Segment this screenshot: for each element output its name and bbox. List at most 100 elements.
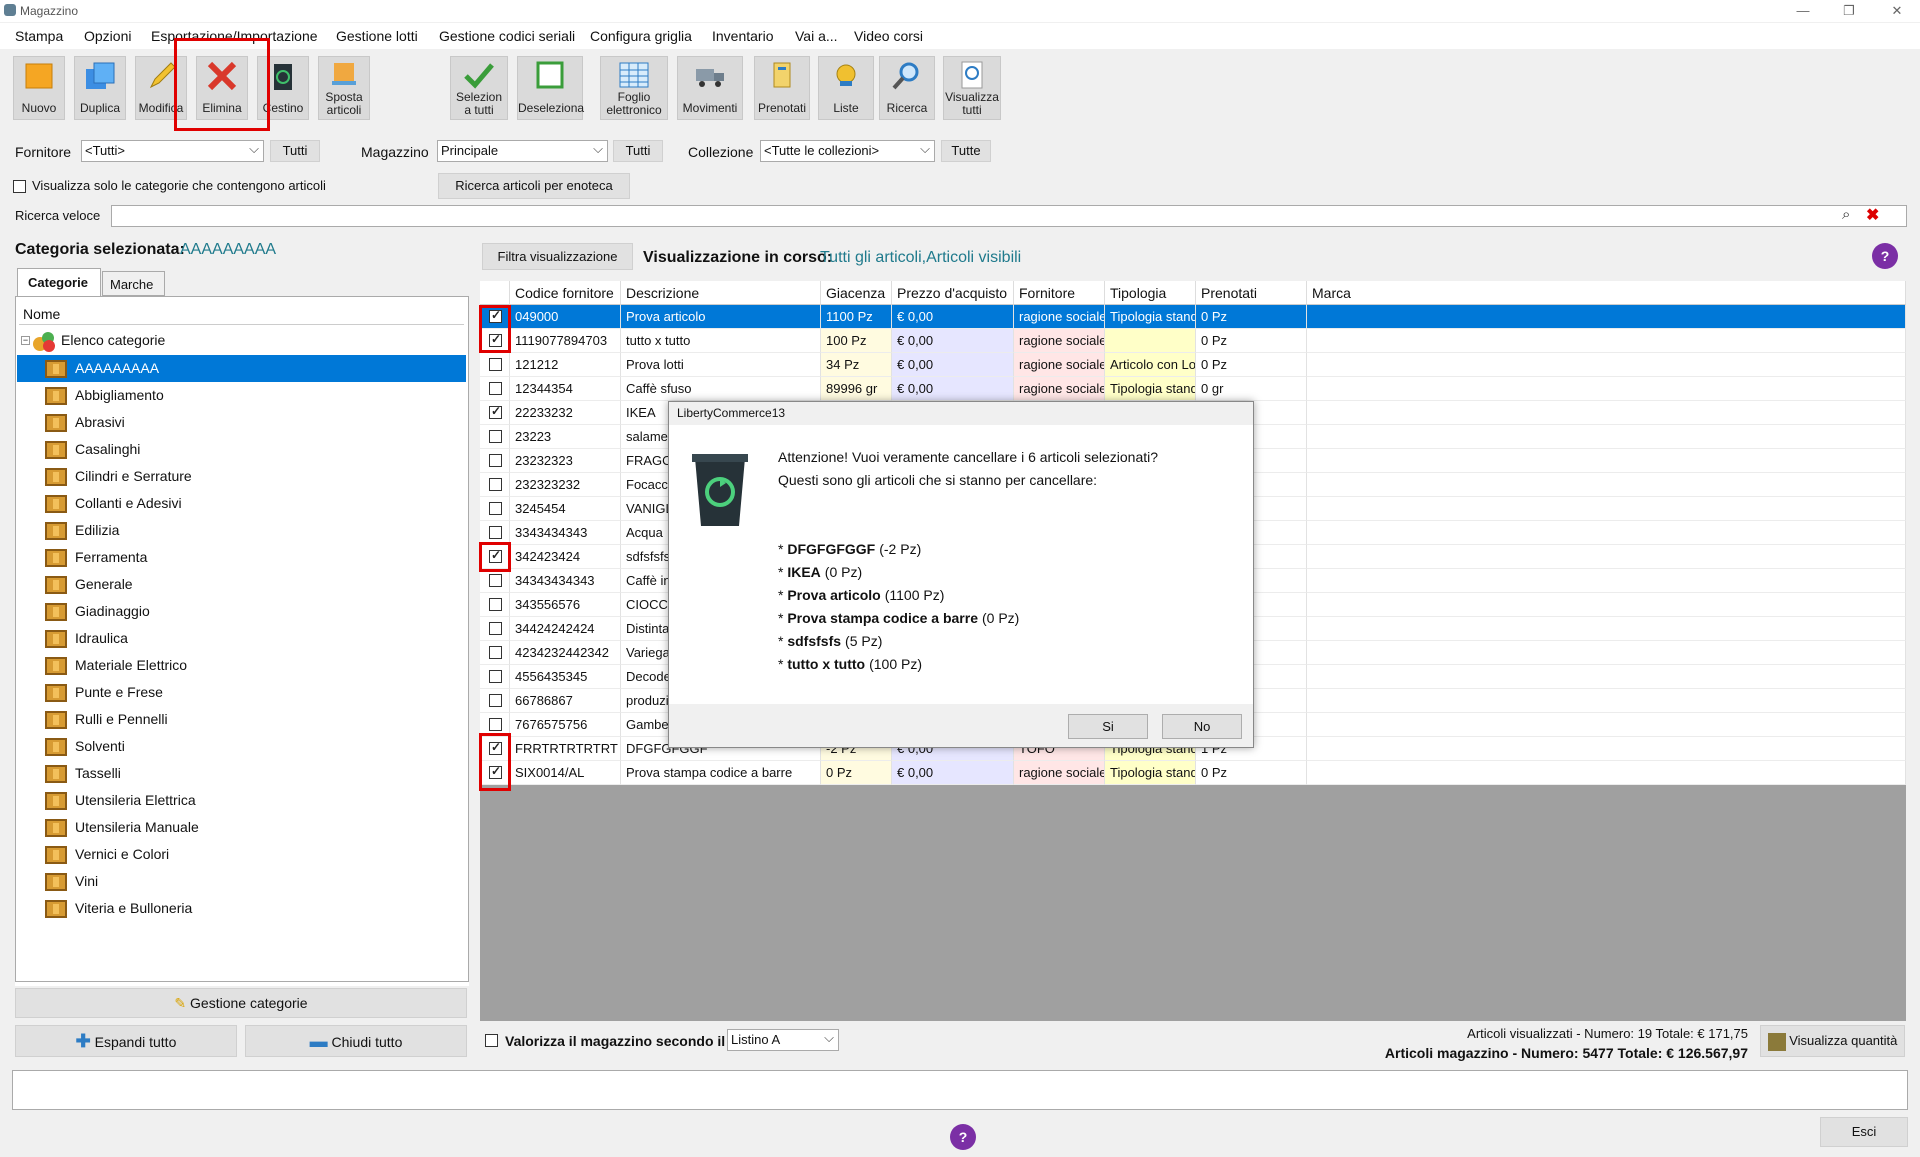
- grid-header[interactable]: Marca: [1307, 281, 1906, 305]
- tree-item[interactable]: Collanti e Adesivi: [17, 490, 466, 517]
- tree-item[interactable]: Vini: [17, 868, 466, 895]
- close-icon[interactable]: ✕: [1884, 2, 1910, 20]
- menu-inventario[interactable]: Inventario: [712, 28, 773, 44]
- row-checkbox[interactable]: [489, 382, 502, 395]
- tree-item[interactable]: AAAAAAAAA: [17, 355, 466, 382]
- menu-configura-griglia[interactable]: Configura griglia: [590, 28, 692, 44]
- tree-item[interactable]: Utensileria Manuale: [17, 814, 466, 841]
- tree-item[interactable]: Tasselli: [17, 760, 466, 787]
- tree-item[interactable]: Generale: [17, 571, 466, 598]
- cestino-button[interactable]: Cestino: [257, 56, 309, 120]
- row-checkbox[interactable]: [489, 308, 502, 323]
- row-checkbox[interactable]: [489, 548, 502, 563]
- filtra-visualizzazione-button[interactable]: Filtra visualizzazione: [482, 243, 633, 270]
- esci-button[interactable]: Esci: [1820, 1117, 1908, 1147]
- tab-marche[interactable]: Marche: [102, 271, 165, 296]
- magazzino-tutti-button[interactable]: Tutti: [613, 140, 663, 162]
- menu-esportazione[interactable]: Esportazione/Importazione: [151, 28, 318, 44]
- menu-gestione-lotti[interactable]: Gestione lotti: [336, 28, 418, 44]
- grid-header[interactable]: Fornitore: [1014, 281, 1105, 305]
- visualizza-quantita-button[interactable]: Visualizza quantità: [1760, 1025, 1905, 1057]
- row-checkbox[interactable]: [489, 740, 502, 755]
- row-checkbox[interactable]: [489, 358, 502, 371]
- menu-opzioni[interactable]: Opzioni: [84, 28, 131, 44]
- ricerca-veloce-input[interactable]: [111, 205, 1907, 227]
- help-icon-bottom[interactable]: ?: [950, 1124, 976, 1150]
- ricerca-enoteca-button[interactable]: Ricerca articoli per enoteca: [438, 173, 630, 199]
- row-checkbox[interactable]: [489, 526, 502, 539]
- clear-search-icon[interactable]: ✖: [1866, 205, 1879, 225]
- table-row[interactable]: 049000Prova articolo1100 Pz€ 0,00ragione…: [480, 305, 1906, 329]
- menu-video-corsi[interactable]: Video corsi: [854, 28, 923, 44]
- magazzino-select[interactable]: Principale: [437, 140, 608, 162]
- search-icon[interactable]: ⌕: [1842, 206, 1850, 223]
- row-checkbox[interactable]: [489, 502, 502, 515]
- minimize-icon[interactable]: —: [1790, 2, 1816, 20]
- prenotati-button[interactable]: Prenotati: [754, 56, 810, 120]
- tree-item[interactable]: Abbigliamento: [17, 382, 466, 409]
- valorizza-checkbox[interactable]: [485, 1034, 498, 1047]
- tree-item[interactable]: Punte e Frese: [17, 679, 466, 706]
- si-button[interactable]: Si: [1068, 714, 1148, 739]
- row-checkbox[interactable]: [489, 622, 502, 635]
- row-checkbox[interactable]: [489, 404, 502, 419]
- tree-item[interactable]: Solventi: [17, 733, 466, 760]
- row-checkbox[interactable]: [489, 430, 502, 443]
- row-checkbox[interactable]: [489, 478, 502, 491]
- elimina-button[interactable]: Elimina: [196, 56, 248, 120]
- tree-item[interactable]: Utensileria Elettrica: [17, 787, 466, 814]
- espandi-tutto-button[interactable]: ✚ Espandi tutto: [15, 1025, 237, 1057]
- grid-header[interactable]: Giacenza: [821, 281, 892, 305]
- row-checkbox[interactable]: [489, 574, 502, 587]
- grid-header[interactable]: Prenotati: [1196, 281, 1307, 305]
- row-checkbox[interactable]: [489, 646, 502, 659]
- no-button[interactable]: No: [1162, 714, 1242, 739]
- row-checkbox[interactable]: [489, 694, 502, 707]
- deseleziona-button[interactable]: Deseleziona: [517, 56, 584, 120]
- nuovo-button[interactable]: Nuovo: [13, 56, 65, 120]
- restore-icon[interactable]: ❐: [1836, 2, 1862, 20]
- table-row[interactable]: 121212 Prova lotti 34 Pz € 0,00 ragione soci…: [480, 353, 1906, 377]
- tree-item[interactable]: Rulli e Pennelli: [17, 706, 466, 733]
- tree-item[interactable]: Idraulica: [17, 625, 466, 652]
- table-row[interactable]: 12344354 Caffè sfuso 89996 gr € 0,00 ragione…: [480, 377, 1906, 401]
- chiudi-tutto-button[interactable]: ▬ Chiudi tutto: [245, 1025, 467, 1057]
- fornitore-select[interactable]: <Tutti>: [81, 140, 264, 162]
- menu-codici-seriali[interactable]: Gestione codici seriali: [439, 28, 575, 44]
- duplica-button[interactable]: Duplica: [74, 56, 126, 120]
- grid-header[interactable]: Prezzo d'acquisto: [892, 281, 1014, 305]
- tree-item[interactable]: Abrasivi: [17, 409, 466, 436]
- listino-select[interactable]: Listino A: [727, 1029, 839, 1051]
- grid-header[interactable]: Tipologia: [1105, 281, 1196, 305]
- solo-categorie-checkbox[interactable]: [13, 180, 26, 193]
- help-icon[interactable]: ?: [1872, 243, 1898, 269]
- grid-header[interactable]: Descrizione: [621, 281, 821, 305]
- row-checkbox[interactable]: [489, 718, 502, 731]
- collezione-tutte-button[interactable]: Tutte: [941, 140, 991, 162]
- grid-header[interactable]: Codice fornitore: [510, 281, 621, 305]
- liste-button[interactable]: Liste: [818, 56, 874, 120]
- gestione-categorie-button[interactable]: ✎ Gestione categorie: [15, 988, 467, 1018]
- collapse-icon[interactable]: −: [21, 336, 30, 345]
- tree-item[interactable]: Viteria e Bulloneria: [17, 895, 466, 922]
- tree-item[interactable]: Edilizia: [17, 517, 466, 544]
- row-checkbox[interactable]: [489, 332, 502, 347]
- row-checkbox[interactable]: [489, 764, 502, 779]
- seleziona-tutti-button[interactable]: Selezion a tutti: [450, 56, 508, 120]
- foglio-elettronico-button[interactable]: Foglio elettronico: [600, 56, 668, 120]
- collezione-select[interactable]: <Tutte le collezioni>: [760, 140, 935, 162]
- tree-item[interactable]: Vernici e Colori: [17, 841, 466, 868]
- sposta-articoli-button[interactable]: Sposta articoli: [318, 56, 370, 120]
- modifica-button[interactable]: Modifica: [135, 56, 187, 120]
- row-checkbox[interactable]: [489, 598, 502, 611]
- tree-item[interactable]: Ferramenta: [17, 544, 466, 571]
- menu-stampa[interactable]: Stampa: [15, 28, 63, 44]
- row-checkbox[interactable]: [489, 454, 502, 467]
- movimenti-button[interactable]: Movimenti: [677, 56, 743, 120]
- table-row[interactable]: 1119077894703tutto x tutto100 Pz€ 0,00ra…: [480, 329, 1906, 353]
- notes-textarea[interactable]: [12, 1070, 1908, 1110]
- menu-vai-a[interactable]: Vai a...: [795, 28, 838, 44]
- visualizza-tutti-button[interactable]: Visualizza tutti: [943, 56, 1001, 120]
- fornitore-tutti-button[interactable]: Tutti: [270, 140, 320, 162]
- tab-categorie[interactable]: Categorie: [17, 268, 101, 296]
